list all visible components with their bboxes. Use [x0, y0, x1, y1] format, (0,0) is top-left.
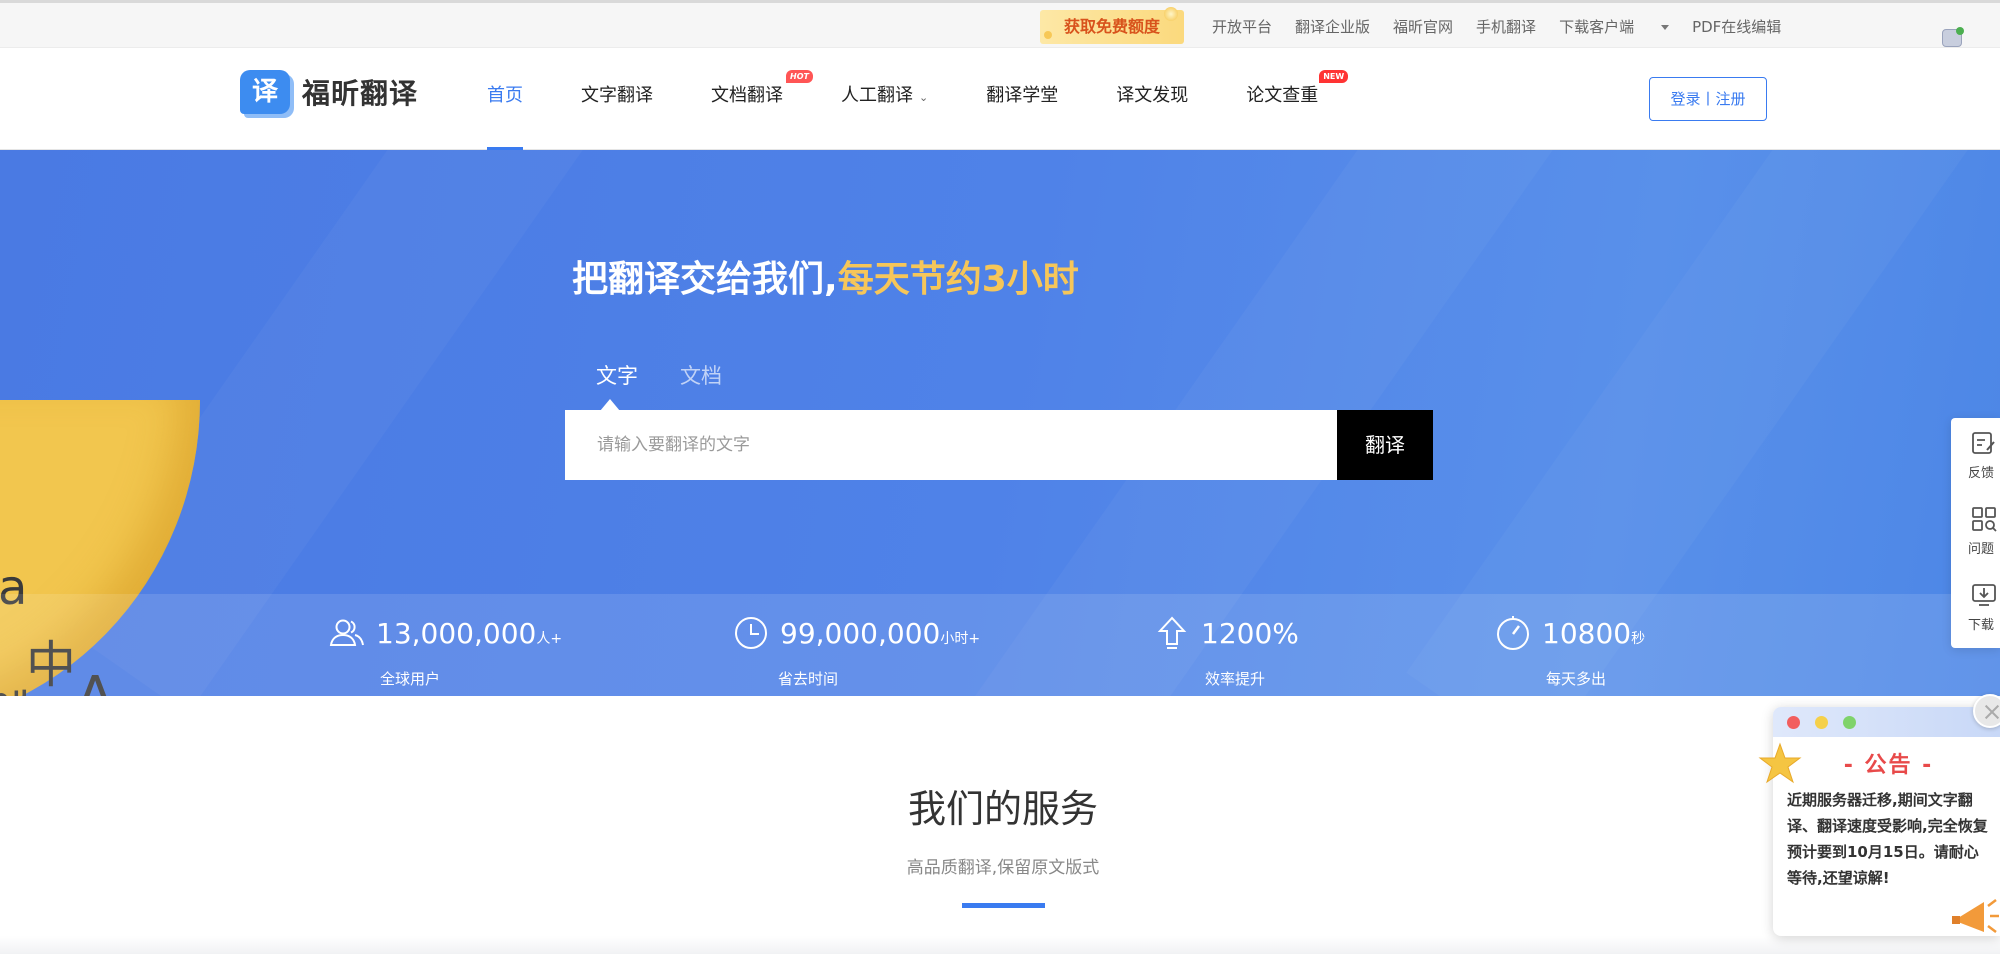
clock-icon	[735, 617, 767, 649]
tab-document[interactable]: 文档	[680, 360, 722, 390]
nav-item-text-translate[interactable]: 文字翻译	[581, 48, 653, 150]
notice-title: - 公告 -	[1843, 753, 1934, 778]
link-download-client[interactable]: 下载客户端	[1559, 16, 1670, 37]
hero-banner: a 中 A 에 把翻译交给我们,每天节约3小时 文字 文档 翻译 13,000,…	[0, 150, 2000, 696]
free-quota-promo-button[interactable]: 获取免费额度	[1040, 7, 1184, 44]
stat-extra-seconds: 10800 秒 每天多出	[1494, 594, 1645, 696]
stat-time-saved: 99,000,000 小时+ 省去时间	[732, 594, 980, 696]
sparkle-icon	[1044, 31, 1052, 39]
stat-label: 效率提升	[1205, 670, 1266, 688]
stats-strip: 13,000,000 人+ 全球用户 99,000,000 小时+ 省去时间 120…	[0, 594, 2000, 696]
login-register-button[interactable]: 登录丨注册	[1649, 77, 1767, 121]
main-nav: 译 福昕翻译 首页 文字翻译 文档翻译 HOT 人工翻译 ⌄ 翻译学堂 译文发现 论…	[0, 48, 2000, 150]
notice-text: 近期服务器迁移,期间文字翻译、翻译速度受影响,完全恢复预计要到10月15日。请耐…	[1787, 791, 1988, 887]
logo[interactable]: 译 福昕翻译	[240, 70, 418, 114]
close-popup-button[interactable]	[1973, 694, 2000, 728]
stat-value: 10800	[1542, 616, 1632, 650]
nav-menu: 首页 文字翻译 文档翻译 HOT 人工翻译 ⌄ 翻译学堂 译文发现 论文查重 NEW	[487, 48, 1376, 150]
extension-icon[interactable]	[1942, 27, 1964, 47]
title-underline	[962, 903, 1045, 908]
window-maximize-dot	[1843, 716, 1856, 729]
users-icon	[329, 619, 364, 646]
stat-unit: 秒	[1631, 631, 1646, 647]
stat-users: 13,000,000 人+ 全球用户	[328, 594, 562, 696]
sidebar-item-faq[interactable]: 问题	[1951, 494, 2000, 568]
caret-down-icon	[1661, 24, 1670, 30]
star-icon	[1758, 742, 1802, 784]
logo-text: 福昕翻译	[302, 77, 419, 110]
hero-headline: 把翻译交给我们,每天节约3小时	[572, 250, 1079, 302]
stat-label: 省去时间	[778, 670, 839, 688]
popup-titlebar	[1773, 707, 2000, 737]
link-mobile-translate[interactable]: 手机翻译	[1476, 16, 1536, 37]
nav-item-doc-translate[interactable]: 文档翻译 HOT	[711, 48, 813, 150]
chevron-down-icon: ⌄	[919, 91, 929, 104]
sidebar-item-label: 问题	[1968, 542, 1995, 557]
stat-value: 13,000,000	[376, 616, 537, 650]
headline-highlight: 每天节约3小时	[837, 259, 1079, 300]
nav-item-plagiarism-check[interactable]: 论文查重 NEW	[1246, 48, 1349, 150]
nav-item-home[interactable]: 首页	[487, 48, 523, 150]
stat-unit: 人+	[536, 631, 563, 647]
logo-mark-icon: 译	[240, 70, 290, 114]
sidebar-item-download[interactable]: 下载	[1951, 570, 2000, 644]
floating-sidebar: 反馈 问题 下载	[1951, 418, 2000, 648]
link-pdf-editor[interactable]: PDF在线编辑	[1692, 16, 1781, 37]
window-minimize-dot	[1815, 716, 1828, 729]
translate-input[interactable]	[565, 410, 1337, 480]
sidebar-item-feedback[interactable]: 反馈	[1951, 418, 2000, 492]
link-enterprise[interactable]: 翻译企业版	[1295, 16, 1370, 37]
stat-label: 每天多出	[1546, 670, 1607, 688]
stat-label: 全球用户	[380, 670, 441, 688]
stat-unit: 小时+	[940, 631, 981, 647]
stat-value: 99,000,000	[780, 616, 941, 650]
sparkle-icon	[1164, 7, 1178, 21]
section-divider	[0, 936, 2000, 954]
hot-badge: HOT	[786, 70, 813, 83]
download-icon	[1972, 584, 1996, 606]
link-open-platform[interactable]: 开放平台	[1212, 16, 1272, 37]
nav-item-discover[interactable]: 译文发现	[1116, 48, 1188, 150]
sidebar-item-label: 反馈	[1968, 466, 1995, 481]
window-close-dot	[1787, 716, 1800, 729]
sidebar-item-label: 下载	[1968, 618, 1995, 633]
nav-item-academy[interactable]: 翻译学堂	[986, 48, 1058, 150]
nav-item-human-translate[interactable]: 人工翻译 ⌄	[841, 48, 928, 150]
megaphone-icon	[1952, 899, 1999, 933]
services-title: 我们的服务	[907, 787, 1098, 831]
grid-search-icon	[1972, 507, 1997, 532]
link-official-site[interactable]: 福昕官网	[1393, 16, 1453, 37]
services-subtitle: 高品质翻译,保留原文版式	[906, 858, 1100, 878]
translate-button[interactable]: 翻译	[1337, 410, 1433, 480]
promo-label: 获取免费额度	[1063, 17, 1160, 36]
translate-mode-tabs: 文字 文档	[596, 360, 764, 390]
arrow-up-icon	[1157, 616, 1187, 649]
stat-efficiency: 1200% 效率提升	[1153, 594, 1299, 696]
top-links: 开放平台 翻译企业版 福昕官网 手机翻译 下载客户端 PDF在线编辑	[1212, 3, 1804, 49]
tab-text[interactable]: 文字	[596, 360, 638, 390]
speedometer-icon	[1497, 616, 1529, 650]
new-badge: NEW	[1319, 70, 1349, 83]
top-utility-bar: 获取免费额度 开放平台 翻译企业版 福昕官网 手机翻译 下载客户端 PDF在线编…	[0, 0, 2000, 48]
stat-value: 1200%	[1201, 616, 1299, 650]
feedback-icon	[1972, 432, 1995, 454]
headline-main: 把翻译交给我们,	[572, 259, 838, 300]
